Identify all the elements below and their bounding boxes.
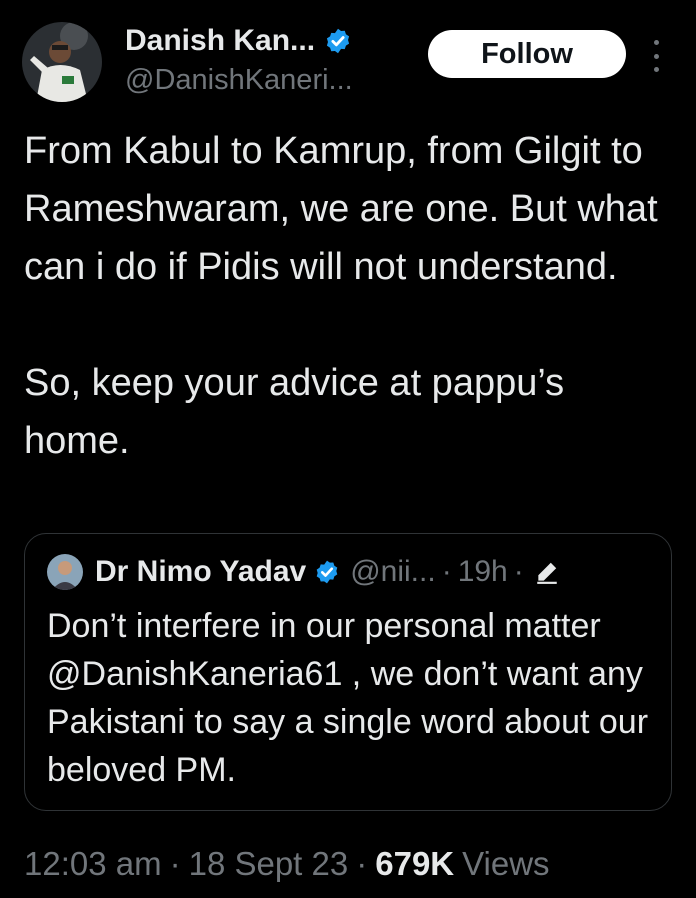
more-vertical-icon-dot [653,67,659,72]
author-display-name[interactable]: Danish Kan... [125,24,315,58]
edit-pencil-icon [537,562,557,584]
quoted-tweet-time: 19h [457,555,508,588]
verified-badge-icon [326,28,350,54]
views-label: Views [462,845,550,882]
tweet-paragraph: From Kabul to Kamrup, from Gilgit to Ram… [24,130,658,288]
more-vertical-icon-dot [653,53,659,59]
quoted-author-name: Dr Nimo Yadav [95,555,307,588]
tweet-paragraph: So, keep your advice at pappu’s home. [24,362,565,462]
author-avatar[interactable] [22,22,102,102]
separator-dot: · [356,845,368,882]
more-options-button[interactable] [644,36,668,76]
tweet-meta: 12:03 am · 18 Sept 23 · 679K Views [24,842,550,886]
tweet-text: From Kabul to Kamrup, from Gilgit to Ram… [24,122,674,470]
follow-button[interactable]: Follow [428,30,626,78]
separator-dot: · [169,845,181,882]
author-handle[interactable]: @DanishKaneri... [125,64,415,97]
quoted-tweet-header: Dr Nimo Yadav @nii... · 19h · [47,552,560,592]
verified-badge-icon [316,560,338,584]
separator-dot: · [513,555,524,588]
separator-dot: · [441,555,452,588]
views-count: 679K [375,845,455,882]
tweet-date[interactable]: 18 Sept 23 [189,845,349,883]
quoted-author-handle: @nii... [350,555,436,588]
more-vertical-icon-dot [653,40,659,45]
tweet-header: Danish Kan... @DanishKaneri... Follow [22,22,674,102]
author-info: Danish Kan... @DanishKaneri... [125,22,415,97]
quoted-author-avatar [47,554,83,590]
quoted-tweet-text: Don’t interfere in our personal matter @… [47,607,649,789]
author-name-row: Danish Kan... [125,22,415,60]
tweet-time[interactable]: 12:03 am [24,845,162,883]
quoted-tweet-card[interactable]: Dr Nimo Yadav @nii... · 19h · Don’t inte… [24,533,672,811]
